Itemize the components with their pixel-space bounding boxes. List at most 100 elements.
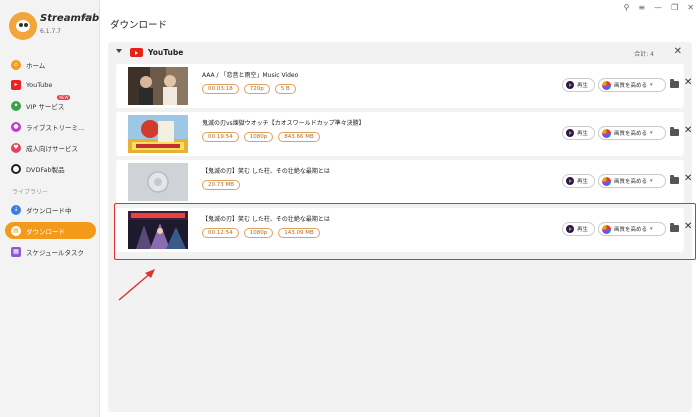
menu-icon[interactable]: ≡: [638, 3, 645, 12]
download-group-panel: YouTube 合計: 4 ✕ AAA / 「恋音と雨空」Music Video…: [108, 42, 692, 412]
group-name: YouTube: [148, 48, 184, 57]
enhance-label: 画質を高める: [614, 179, 648, 185]
sidebar-item-label: ライブストリーミ...: [26, 123, 85, 132]
folder-icon[interactable]: [670, 127, 679, 136]
live-stream-icon: ●: [11, 121, 21, 132]
size-tag: 143.09 MB: [278, 228, 320, 238]
chevron-down-icon[interactable]: [116, 49, 122, 53]
youtube-icon: ▸: [11, 79, 21, 90]
library-section-label: ライブラリー: [12, 189, 49, 196]
play-button[interactable]: 再生: [562, 126, 595, 140]
enhance-label: 画質を高める: [614, 227, 648, 233]
sidebar-item-label: VIP サービス: [26, 102, 65, 111]
window-controls: ⚲ ≡ — ❐ ✕: [624, 3, 694, 12]
adult-service-icon: ♥: [11, 142, 21, 153]
folder-icon[interactable]: [670, 175, 679, 184]
play-button[interactable]: 再生: [562, 222, 595, 236]
sidebar-item-vip[interactable]: ✦ VIP サービス NEW: [5, 95, 96, 114]
group-total: 合計: 4: [634, 51, 654, 58]
enhance-label: 画質を高める: [614, 131, 648, 137]
sidebar-item-youtube[interactable]: ▸ YouTube: [5, 76, 96, 93]
maximize-icon[interactable]: ❐: [671, 3, 678, 12]
video-title: 【鬼滅の刃】笑む した柱、その壮絶な最期とは: [202, 216, 330, 223]
play-button[interactable]: 再生: [562, 174, 595, 188]
video-tags: 00:03:18 720p 5 B: [202, 84, 296, 94]
close-icon[interactable]: ✕: [684, 125, 692, 136]
duration-tag: 00:19:54: [202, 132, 239, 142]
search-icon[interactable]: ⚲: [624, 3, 630, 12]
annotation-arrow-icon: [118, 269, 155, 301]
sidebar-item-label: スケジュールタスク: [26, 248, 85, 257]
dvdfab-icon: [11, 163, 21, 174]
sidebar-item-home[interactable]: ⌂ ホーム: [5, 56, 96, 73]
minimize-icon[interactable]: —: [654, 3, 662, 12]
page-title: ダウンロード: [110, 20, 168, 31]
list-item[interactable]: 【鬼滅の刃】笑む した柱、その壮絶な最期とは 00:12:54 1080p 14…: [116, 208, 692, 252]
enhance-icon: [602, 80, 611, 90]
close-icon[interactable]: ✕: [684, 173, 692, 184]
enhance-label: 画質を高める: [614, 83, 648, 89]
enhance-quality-button[interactable]: 画質を高める ▾: [598, 126, 666, 140]
play-label: 再生: [577, 83, 589, 89]
youtube-icon: [130, 48, 143, 57]
play-button[interactable]: 再生: [562, 78, 595, 92]
close-icon[interactable]: ✕: [684, 221, 692, 232]
group-header[interactable]: YouTube 合計: 4 ✕: [108, 42, 692, 64]
video-title: 【鬼滅の刃】笑む した柱、その壮絶な最期とは: [202, 168, 330, 175]
play-icon: [566, 177, 574, 185]
video-tags: 00:19:54 1080p 843.66 MB: [202, 132, 320, 142]
video-title: AAA / 「恋音と雨空」Music Video: [202, 72, 299, 79]
play-label: 再生: [577, 227, 589, 233]
streamfab-logo-icon: [9, 12, 37, 40]
sidebar-item-dvdfab[interactable]: DVDFab製品: [5, 160, 96, 177]
downloading-icon: ↓: [11, 204, 21, 215]
sidebar-item-label: ホーム: [26, 61, 46, 70]
play-icon: [566, 225, 574, 233]
play-icon: [566, 129, 574, 137]
enhance-icon: [602, 176, 611, 186]
close-icon[interactable]: ✕: [687, 3, 694, 12]
enhance-quality-button[interactable]: 画質を高める ▾: [598, 222, 666, 236]
video-thumbnail: [128, 211, 188, 249]
sidebar-item-label: 成人向けサービス: [26, 144, 78, 153]
chevron-down-icon: ▾: [650, 226, 653, 232]
app-arch: x64: [83, 15, 93, 21]
sidebar-item-downloaded[interactable]: ▤ ダウンロード: [5, 222, 96, 239]
close-icon[interactable]: ✕: [684, 77, 692, 88]
play-icon: [566, 81, 574, 89]
play-label: 再生: [577, 131, 589, 137]
list-item[interactable]: AAA / 「恋音と雨空」Music Video 00:03:18 720p 5…: [116, 64, 692, 108]
resolution-tag: 720p: [243, 84, 270, 94]
video-thumbnail: [128, 163, 188, 201]
key-icon: ✦: [11, 100, 21, 111]
chevron-down-icon: ▾: [650, 130, 653, 136]
list-item[interactable]: 【鬼滅の刃】笑む した柱、その壮絶な最期とは 20.73 MB 再生 画質を高め…: [116, 160, 692, 204]
enhance-quality-button[interactable]: 画質を高める ▾: [598, 78, 666, 92]
enhance-icon: [602, 128, 611, 138]
play-label: 再生: [577, 179, 589, 185]
enhance-quality-button[interactable]: 画質を高める ▾: [598, 174, 666, 188]
sidebar: Streamfab x64 6.1.7.7 ⌂ ホーム ▸ YouTube ✦ …: [0, 0, 100, 417]
enhance-icon: [602, 224, 611, 234]
sidebar-item-adult[interactable]: ♥ 成人向けサービス: [5, 139, 96, 156]
folder-icon[interactable]: [670, 79, 679, 88]
folder-icon[interactable]: [670, 223, 679, 232]
sidebar-item-label: YouTube: [26, 80, 53, 89]
home-icon: ⌂: [11, 59, 21, 70]
video-tags: 00:12:54 1080p 143.09 MB: [202, 228, 320, 238]
size-tag: 20.73 MB: [202, 180, 241, 190]
sidebar-item-label: DVDFab製品: [26, 165, 65, 174]
video-thumbnail: [128, 115, 188, 153]
sidebar-item-schedule[interactable]: ▦ スケジュールタスク: [5, 243, 96, 260]
sidebar-item-live-streaming[interactable]: ● ライブストリーミ...: [5, 118, 96, 135]
size-tag: 5 B: [274, 84, 296, 94]
list-item[interactable]: 鬼滅の刃vs煉獄ウオッチ【カオスワールドカップ準々決勝】 00:19:54 10…: [116, 112, 692, 156]
sidebar-item-downloading[interactable]: ↓ ダウンロード中: [5, 201, 96, 218]
duration-tag: 00:03:18: [202, 84, 239, 94]
size-tag: 843.66 MB: [278, 132, 320, 142]
schedule-icon: ▦: [11, 246, 21, 257]
close-group-icon[interactable]: ✕: [674, 46, 682, 57]
duration-tag: 00:12:54: [202, 228, 239, 238]
video-title: 鬼滅の刃vs煉獄ウオッチ【カオスワールドカップ準々決勝】: [202, 120, 365, 127]
resolution-tag: 1080p: [243, 132, 274, 142]
